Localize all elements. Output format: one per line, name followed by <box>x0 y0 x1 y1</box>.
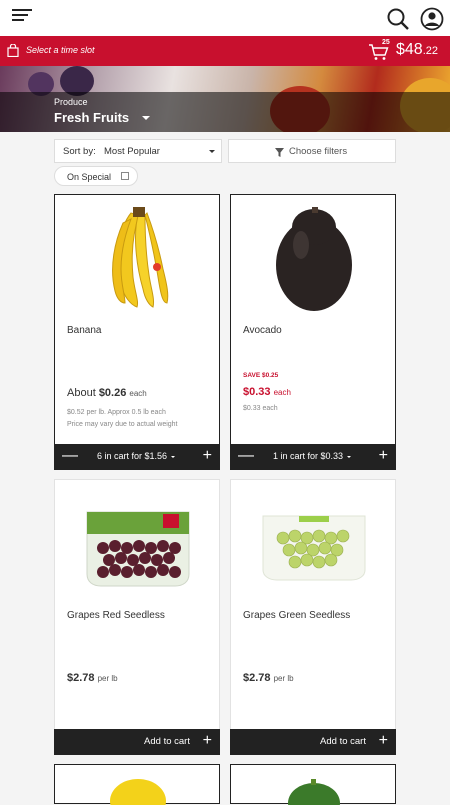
plus-icon[interactable]: + <box>203 732 212 750</box>
time-slot-label[interactable]: Select a time slot <box>26 45 95 55</box>
price-unit: per lb <box>97 674 118 683</box>
sort-label: Sort by: <box>63 146 96 157</box>
cart-stepper[interactable]: — 6 in cart for $1.56 + <box>54 444 220 470</box>
product-name[interactable]: Banana <box>67 325 101 336</box>
product-card-banana[interactable]: Banana About $0.26 each $0.52 per lb. Ap… <box>54 194 220 470</box>
chevron-down-icon <box>171 455 176 458</box>
price-value: $0.26 <box>98 387 127 399</box>
chevron-down-icon <box>209 150 215 153</box>
price-value: $0.33 <box>243 386 271 398</box>
breadcrumb[interactable]: Produce <box>54 97 88 107</box>
chevron-down-icon[interactable] <box>142 116 150 120</box>
add-to-cart-button[interactable]: Add to cart + <box>54 729 220 755</box>
add-to-cart-label: Add to cart <box>144 736 190 747</box>
product-card-avocado[interactable]: Avocado SAVE $0.25 $0.33 each $0.33 each… <box>230 194 396 470</box>
cart-total-cents: .22 <box>422 45 438 57</box>
price-unit: per lb <box>273 674 294 683</box>
save-badge: SAVE $0.25 <box>243 372 279 379</box>
product-price: About $0.26 each <box>67 387 147 399</box>
cart-quantity-label: 6 in cart for $1.56 <box>96 451 168 461</box>
lemon-image <box>110 779 166 805</box>
product-price: $2.78 per lb <box>67 672 118 684</box>
account-icon[interactable] <box>420 7 444 31</box>
price-value: $2.78 <box>67 672 95 684</box>
cart-total[interactable]: $48.22 <box>396 41 438 59</box>
product-name[interactable]: Avocado <box>243 325 282 336</box>
on-special-toggle[interactable]: On Special <box>54 166 138 186</box>
product-card-grapes-green[interactable]: Grapes Green Seedless $2.78 per lb Add t… <box>230 479 396 755</box>
product-name[interactable]: Grapes Red Seedless <box>67 610 165 621</box>
top-bar <box>0 0 450 36</box>
price-note: $0.33 each <box>243 405 278 412</box>
lime-image <box>288 779 340 805</box>
shopping-bag-icon <box>7 44 19 57</box>
price-unit: each <box>273 388 291 397</box>
checkbox[interactable] <box>121 172 129 180</box>
cart-quantity-label: 1 in cart for $0.33 <box>272 451 344 461</box>
category-selector[interactable]: Fresh Fruits <box>54 110 129 125</box>
plus-icon[interactable]: + <box>203 447 212 465</box>
chevron-down-icon <box>347 455 352 458</box>
price-prefix: About <box>67 387 96 399</box>
cart-count-badge: 25 <box>382 39 390 46</box>
search-icon[interactable] <box>386 7 410 31</box>
avocado-image <box>276 207 352 311</box>
product-price: $2.78 per lb <box>243 672 294 684</box>
add-to-cart-button[interactable]: Add to cart + <box>230 729 396 755</box>
grapes-green-image <box>262 515 366 581</box>
product-card-lemon[interactable] <box>54 764 220 805</box>
cart-total-dollars: $48 <box>396 41 423 58</box>
product-card-grapes-red[interactable]: Grapes Red Seedless $2.78 per lb Add to … <box>54 479 220 755</box>
product-price: $0.33 each <box>243 386 291 398</box>
sort-dropdown[interactable]: Sort by: Most Popular <box>54 139 222 163</box>
filter-button[interactable]: Choose filters <box>228 139 396 163</box>
plus-icon[interactable]: + <box>379 732 388 750</box>
sort-value: Most Popular <box>104 146 160 157</box>
price-value: $2.78 <box>243 672 271 684</box>
product-card-lime[interactable] <box>230 764 396 805</box>
banana-image <box>112 207 169 308</box>
hamburger-icon[interactable] <box>12 9 32 25</box>
cart-quantity-dropdown[interactable]: 1 in cart for $0.33 <box>230 451 394 461</box>
grapes-red-image <box>86 511 190 587</box>
cart-quantity-dropdown[interactable]: 6 in cart for $1.56 <box>54 451 218 461</box>
price-note: Price may vary due to actual weight <box>67 421 178 428</box>
price-note: $0.52 per lb. Approx 0.5 lb each <box>67 409 166 416</box>
plus-icon[interactable]: + <box>379 447 388 465</box>
filter-icon <box>275 148 284 157</box>
product-name[interactable]: Grapes Green Seedless <box>243 610 350 621</box>
cart-stepper[interactable]: — 1 in cart for $0.33 + <box>230 444 396 470</box>
add-to-cart-label: Add to cart <box>320 736 366 747</box>
price-unit: each <box>129 389 147 398</box>
time-slot-bar[interactable]: Select a time slot 25 $48.22 <box>0 36 450 66</box>
on-special-label: On Special <box>67 172 112 182</box>
filter-label: Choose filters <box>289 146 348 157</box>
